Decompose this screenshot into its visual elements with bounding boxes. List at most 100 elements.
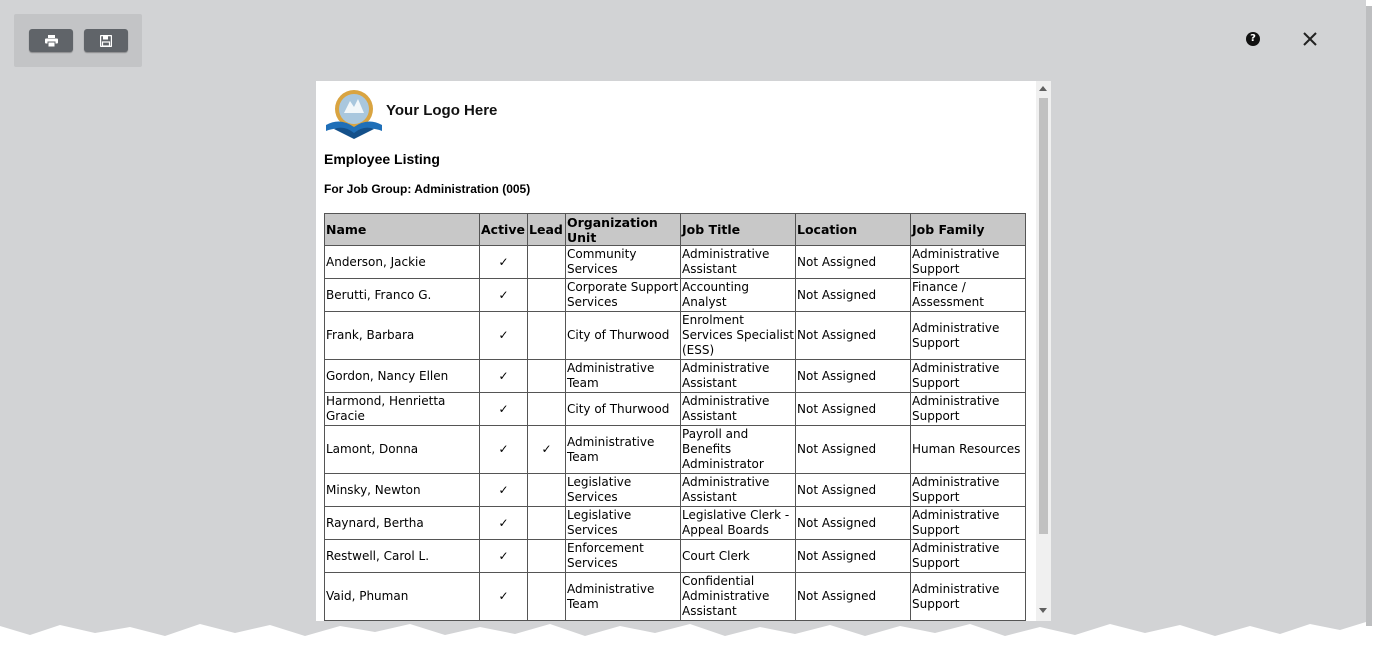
cell-org-unit: City of Thurwood (565, 392, 681, 426)
cell-name: Minsky, Newton (324, 473, 480, 507)
cell-job-title: Administrative Assistant (680, 473, 796, 507)
cell-job-title: Accounting Analyst (680, 278, 796, 312)
table-row: Restwell, Carol L. ✓ Enforcement Service… (324, 539, 1026, 573)
cell-lead (527, 278, 566, 312)
cell-job-title: Payroll and Benefits Administrator (680, 425, 796, 474)
cell-location: Not Assigned (795, 278, 911, 312)
print-button[interactable] (29, 29, 73, 52)
cell-name: Berutti, Franco G. (324, 278, 480, 312)
cell-org-unit: Legislative Services (565, 506, 681, 540)
modal-shadow (1366, 6, 1372, 626)
report-document[interactable]: Your Logo Here Employee Listing For Job … (316, 81, 1051, 621)
company-logo (326, 90, 382, 139)
cell-org-unit: City of Thurwood (565, 311, 681, 360)
cell-location: Not Assigned (795, 425, 911, 474)
cell-name: Restwell, Carol L. (324, 539, 480, 573)
cell-lead (527, 572, 566, 621)
cell-org-unit: Administrative Team (565, 359, 681, 393)
cell-lead (527, 359, 566, 393)
cell-job-family: Administrative Support (910, 245, 1026, 279)
cell-location: Not Assigned (795, 473, 911, 507)
cell-job-family: Finance / Assessment (910, 278, 1026, 312)
table-row: Frank, Barbara ✓ City of Thurwood Enrolm… (324, 311, 1026, 360)
cell-active: ✓ (479, 359, 528, 393)
cell-job-family: Administrative Support (910, 539, 1026, 573)
scroll-down-arrow-icon[interactable] (1039, 608, 1047, 613)
cell-lead: ✓ (527, 425, 566, 474)
cell-active: ✓ (479, 473, 528, 507)
floppy-disk-icon (100, 34, 112, 47)
table-row: Lamont, Donna ✓ ✓ Administrative Team Pa… (324, 425, 1026, 474)
cell-name: Harmond, Henrietta Gracie (324, 392, 480, 426)
cell-job-family: Administrative Support (910, 392, 1026, 426)
cell-lead (527, 392, 566, 426)
table-row: Anderson, Jackie ✓ Community Services Ad… (324, 245, 1026, 279)
column-header-active: Active (479, 213, 528, 246)
cell-location: Not Assigned (795, 359, 911, 393)
cell-active: ✓ (479, 245, 528, 279)
cell-active: ✓ (479, 311, 528, 360)
cell-name: Vaid, Phuman (324, 572, 480, 621)
cell-location: Not Assigned (795, 539, 911, 573)
cell-lead (527, 539, 566, 573)
cell-job-family: Administrative Support (910, 473, 1026, 507)
cell-name: Lamont, Donna (324, 425, 480, 474)
cell-org-unit: Community Services (565, 245, 681, 279)
cell-location: Not Assigned (795, 245, 911, 279)
cell-active: ✓ (479, 392, 528, 426)
table-row: Vaid, Phuman ✓ Administrative Team Confi… (324, 572, 1026, 621)
cell-org-unit: Administrative Team (565, 572, 681, 621)
cell-active: ✓ (479, 572, 528, 621)
cell-active: ✓ (479, 425, 528, 474)
scroll-thumb[interactable] (1039, 98, 1048, 534)
cell-location: Not Assigned (795, 392, 911, 426)
cell-job-family: Administrative Support (910, 311, 1026, 360)
cell-name: Gordon, Nancy Ellen (324, 359, 480, 393)
column-header-job-title: Job Title (680, 213, 796, 246)
printer-icon (44, 34, 58, 47)
cell-lead (527, 245, 566, 279)
cell-job-title: Enrolment Services Specialist (ESS) (680, 311, 796, 360)
close-icon[interactable] (1302, 31, 1318, 47)
table-row: Harmond, Henrietta Gracie ✓ City of Thur… (324, 392, 1026, 426)
cell-lead (527, 506, 566, 540)
cell-active: ✓ (479, 278, 528, 312)
table-header-row: Name Active Lead Organization Unit Job T… (324, 213, 1026, 246)
column-header-org-unit: Organization Unit (565, 213, 681, 246)
cell-job-title: Administrative Assistant (680, 392, 796, 426)
cell-job-title: Court Clerk (680, 539, 796, 573)
cell-job-family: Administrative Support (910, 359, 1026, 393)
cell-job-family: Administrative Support (910, 506, 1026, 540)
cell-job-title: Legislative Clerk - Appeal Boards (680, 506, 796, 540)
column-header-lead: Lead (527, 213, 566, 246)
cell-lead (527, 473, 566, 507)
table-row: Minsky, Newton ✓ Legislative Services Ad… (324, 473, 1026, 507)
table-row: Raynard, Bertha ✓ Legislative Services L… (324, 506, 1026, 540)
cell-location: Not Assigned (795, 572, 911, 621)
cell-lead (527, 311, 566, 360)
cell-name: Raynard, Bertha (324, 506, 480, 540)
cell-name: Frank, Barbara (324, 311, 480, 360)
question-circle-icon[interactable]: ? (1246, 32, 1260, 46)
cell-active: ✓ (479, 539, 528, 573)
report-subtitle: For Job Group: Administration (005) (324, 182, 531, 196)
cell-job-title: Administrative Assistant (680, 245, 796, 279)
cell-active: ✓ (479, 506, 528, 540)
employee-table: Name Active Lead Organization Unit Job T… (324, 213, 1026, 621)
table-row: Berutti, Franco G. ✓ Corporate Support S… (324, 278, 1026, 312)
cell-org-unit: Legislative Services (565, 473, 681, 507)
report-title: Employee Listing (324, 151, 440, 167)
scroll-up-arrow-icon[interactable] (1039, 86, 1047, 91)
column-header-name: Name (324, 213, 480, 246)
cell-org-unit: Corporate Support Services (565, 278, 681, 312)
table-row: Gordon, Nancy Ellen ✓ Administrative Tea… (324, 359, 1026, 393)
column-header-job-family: Job Family (910, 213, 1026, 246)
report-toolbar (14, 14, 142, 67)
vertical-scrollbar[interactable] (1036, 81, 1051, 621)
column-header-location: Location (795, 213, 911, 246)
save-button[interactable] (84, 29, 128, 52)
cell-org-unit: Administrative Team (565, 425, 681, 474)
cell-job-family: Human Resources (910, 425, 1026, 474)
cell-job-title: Confidential Administrative Assistant (680, 572, 796, 621)
cell-org-unit: Enforcement Services (565, 539, 681, 573)
